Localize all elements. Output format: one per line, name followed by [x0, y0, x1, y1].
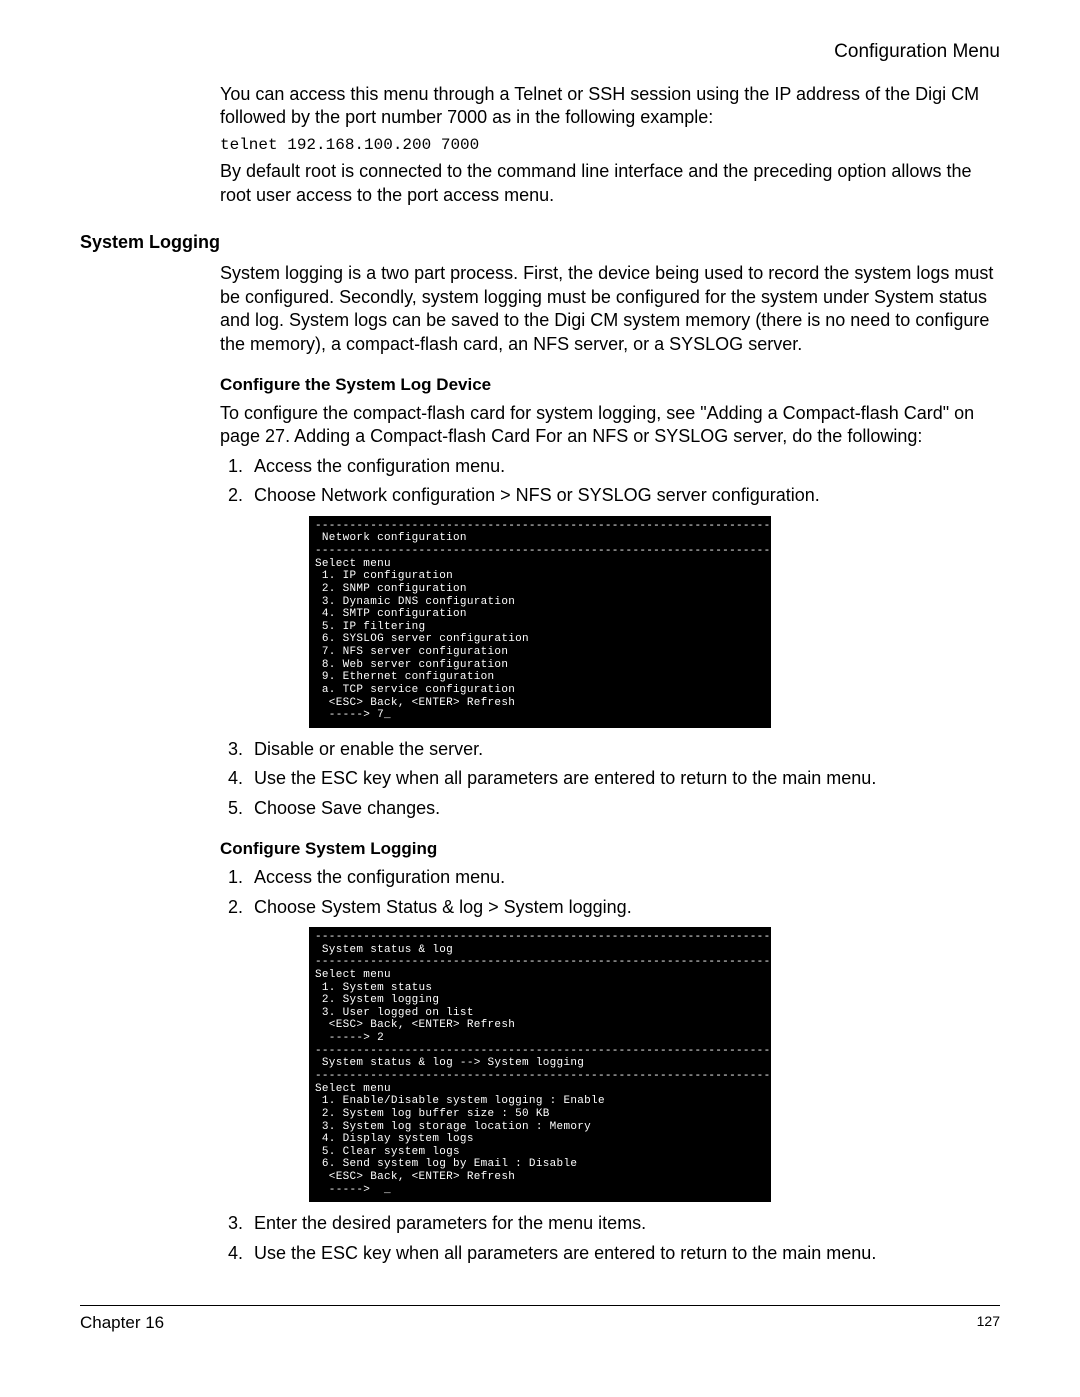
- list-item: Access the configuration menu.: [248, 866, 1000, 889]
- configure-logging-steps-b: Enter the desired parameters for the men…: [220, 1212, 1000, 1265]
- footer-page-number: 127: [977, 1312, 1000, 1334]
- terminal-screenshot-network-config: ----------------------------------------…: [309, 516, 771, 728]
- footer-chapter: Chapter 16: [80, 1312, 164, 1334]
- system-logging-paragraph: System logging is a two part process. Fi…: [220, 262, 1000, 356]
- configure-device-paragraph: To configure the compact-flash card for …: [220, 402, 1000, 449]
- subsection-heading-configure-device: Configure the System Log Device: [220, 374, 1000, 396]
- terminal-screenshot-system-status: ----------------------------------------…: [309, 927, 771, 1202]
- configure-device-steps-a: Access the configuration menu. Choose Ne…: [220, 455, 1000, 508]
- list-item: Choose Save changes.: [248, 797, 1000, 820]
- intro-paragraph-1: You can access this menu through a Telne…: [220, 83, 1000, 130]
- list-item: Use the ESC key when all parameters are …: [248, 767, 1000, 790]
- section-heading-system-logging: System Logging: [80, 231, 1000, 254]
- intro-code-example: telnet 192.168.100.200 7000: [220, 135, 1000, 156]
- list-item: Enter the desired parameters for the men…: [248, 1212, 1000, 1235]
- subsection-heading-configure-logging: Configure System Logging: [220, 838, 1000, 860]
- configure-device-steps-b: Disable or enable the server. Use the ES…: [220, 738, 1000, 820]
- list-item: Disable or enable the server.: [248, 738, 1000, 761]
- intro-paragraph-2: By default root is connected to the comm…: [220, 160, 1000, 207]
- list-item: Use the ESC key when all parameters are …: [248, 1242, 1000, 1265]
- configure-logging-steps-a: Access the configuration menu. Choose Sy…: [220, 866, 1000, 919]
- list-item: Access the configuration menu.: [248, 455, 1000, 478]
- page-footer: Chapter 16 127: [80, 1305, 1000, 1334]
- list-item: Choose Network configuration > NFS or SY…: [248, 484, 1000, 507]
- list-item: Choose System Status & log > System logg…: [248, 896, 1000, 919]
- page-header-title: Configuration Menu: [80, 40, 1000, 65]
